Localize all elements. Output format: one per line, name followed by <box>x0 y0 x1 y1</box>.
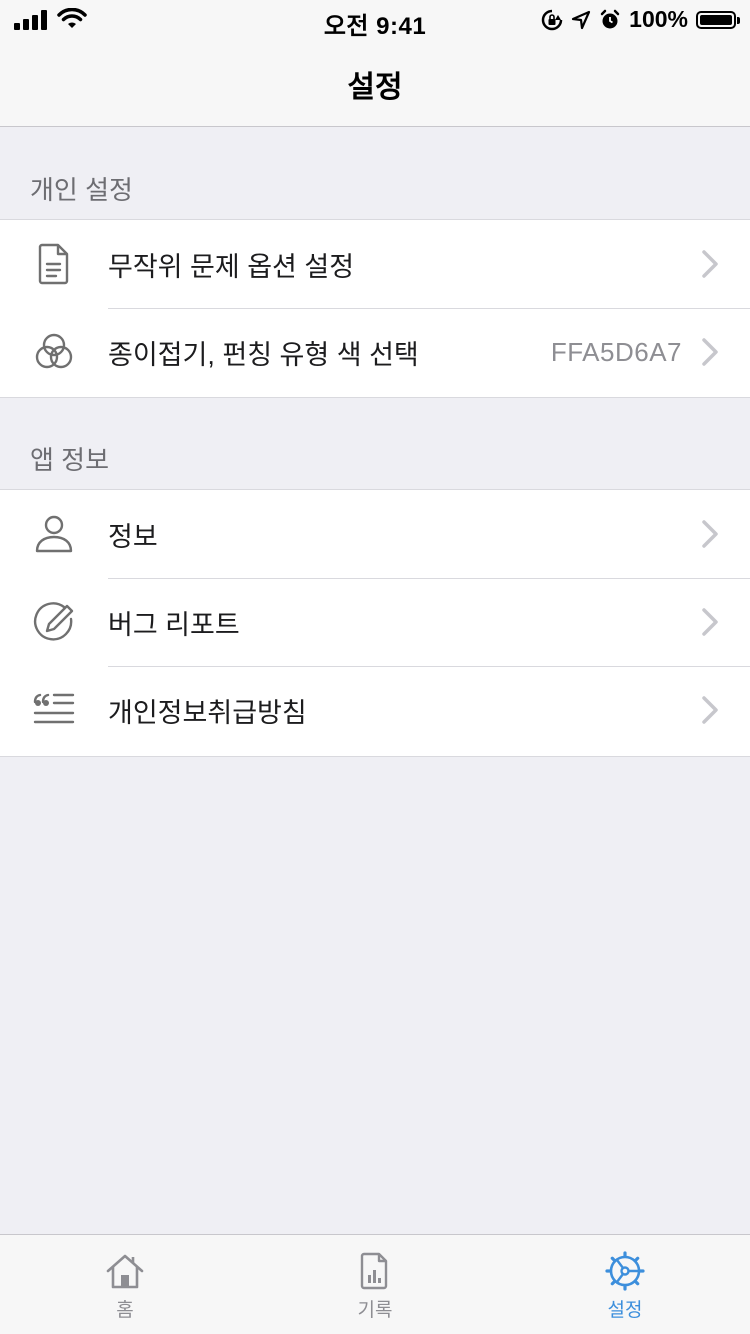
document-icon <box>30 240 78 288</box>
section-header-app-info: 앱 정보 <box>30 445 109 475</box>
row-privacy-policy[interactable]: 개인정보취급방침 <box>0 666 750 754</box>
person-icon <box>30 510 78 558</box>
home-icon <box>106 1254 144 1289</box>
tab-settings[interactable]: 설정 <box>500 1235 750 1334</box>
row-label: 종이접기, 펀칭 유형 색 선택 <box>108 339 419 370</box>
status-bar: 오전 9:41 100% <box>0 0 750 40</box>
tab-history[interactable]: 기록 <box>250 1235 500 1334</box>
chevron-right-icon <box>702 696 718 724</box>
row-label: 정보 <box>108 521 158 552</box>
row-random-options[interactable]: 무작위 문제 옵션 설정 <box>0 220 750 308</box>
chevron-right-icon <box>702 520 718 548</box>
settings-group-app-info: 정보 버그 리포트 개인정보취급방침 <box>0 489 750 757</box>
edit-circle-icon <box>30 598 78 646</box>
row-label: 개인정보취급방침 <box>108 697 307 728</box>
gear-icon <box>605 1251 645 1291</box>
settings-group-personal: 무작위 문제 옵션 설정 종이접기, 펀칭 유형 색 선택 FFA5D6A7 <box>0 219 750 398</box>
battery-icon <box>696 10 740 29</box>
row-label: 버그 리포트 <box>108 609 240 640</box>
navigation-bar: 설정 <box>0 40 750 127</box>
quote-lines-icon <box>30 686 78 734</box>
tab-label: 홈 <box>116 1300 134 1321</box>
chevron-right-icon <box>702 338 718 366</box>
chart-document-icon <box>360 1252 388 1290</box>
location-icon <box>572 10 591 29</box>
alarm-icon <box>600 9 620 28</box>
row-bug-report[interactable]: 버그 리포트 <box>0 578 750 666</box>
tab-bar: 홈 기록 설정 <box>0 1234 750 1334</box>
rotation-lock-icon <box>541 9 563 30</box>
tab-label: 기록 <box>357 1300 393 1321</box>
color-circles-icon <box>30 328 78 376</box>
chevron-right-icon <box>702 250 718 278</box>
row-label: 무작위 문제 옵션 설정 <box>108 251 355 282</box>
tab-home[interactable]: 홈 <box>0 1235 250 1334</box>
page-title: 설정 <box>347 71 403 104</box>
color-value: FFA5D6A7 <box>550 336 682 367</box>
row-color-select[interactable]: 종이접기, 펀칭 유형 색 선택 FFA5D6A7 <box>0 308 750 396</box>
chevron-right-icon <box>702 608 718 636</box>
battery-percent: 100% <box>629 6 688 32</box>
status-right: 100% <box>541 6 740 33</box>
tab-label: 설정 <box>607 1300 643 1321</box>
section-header-personal: 개인 설정 <box>30 175 133 205</box>
row-info[interactable]: 정보 <box>0 490 750 578</box>
